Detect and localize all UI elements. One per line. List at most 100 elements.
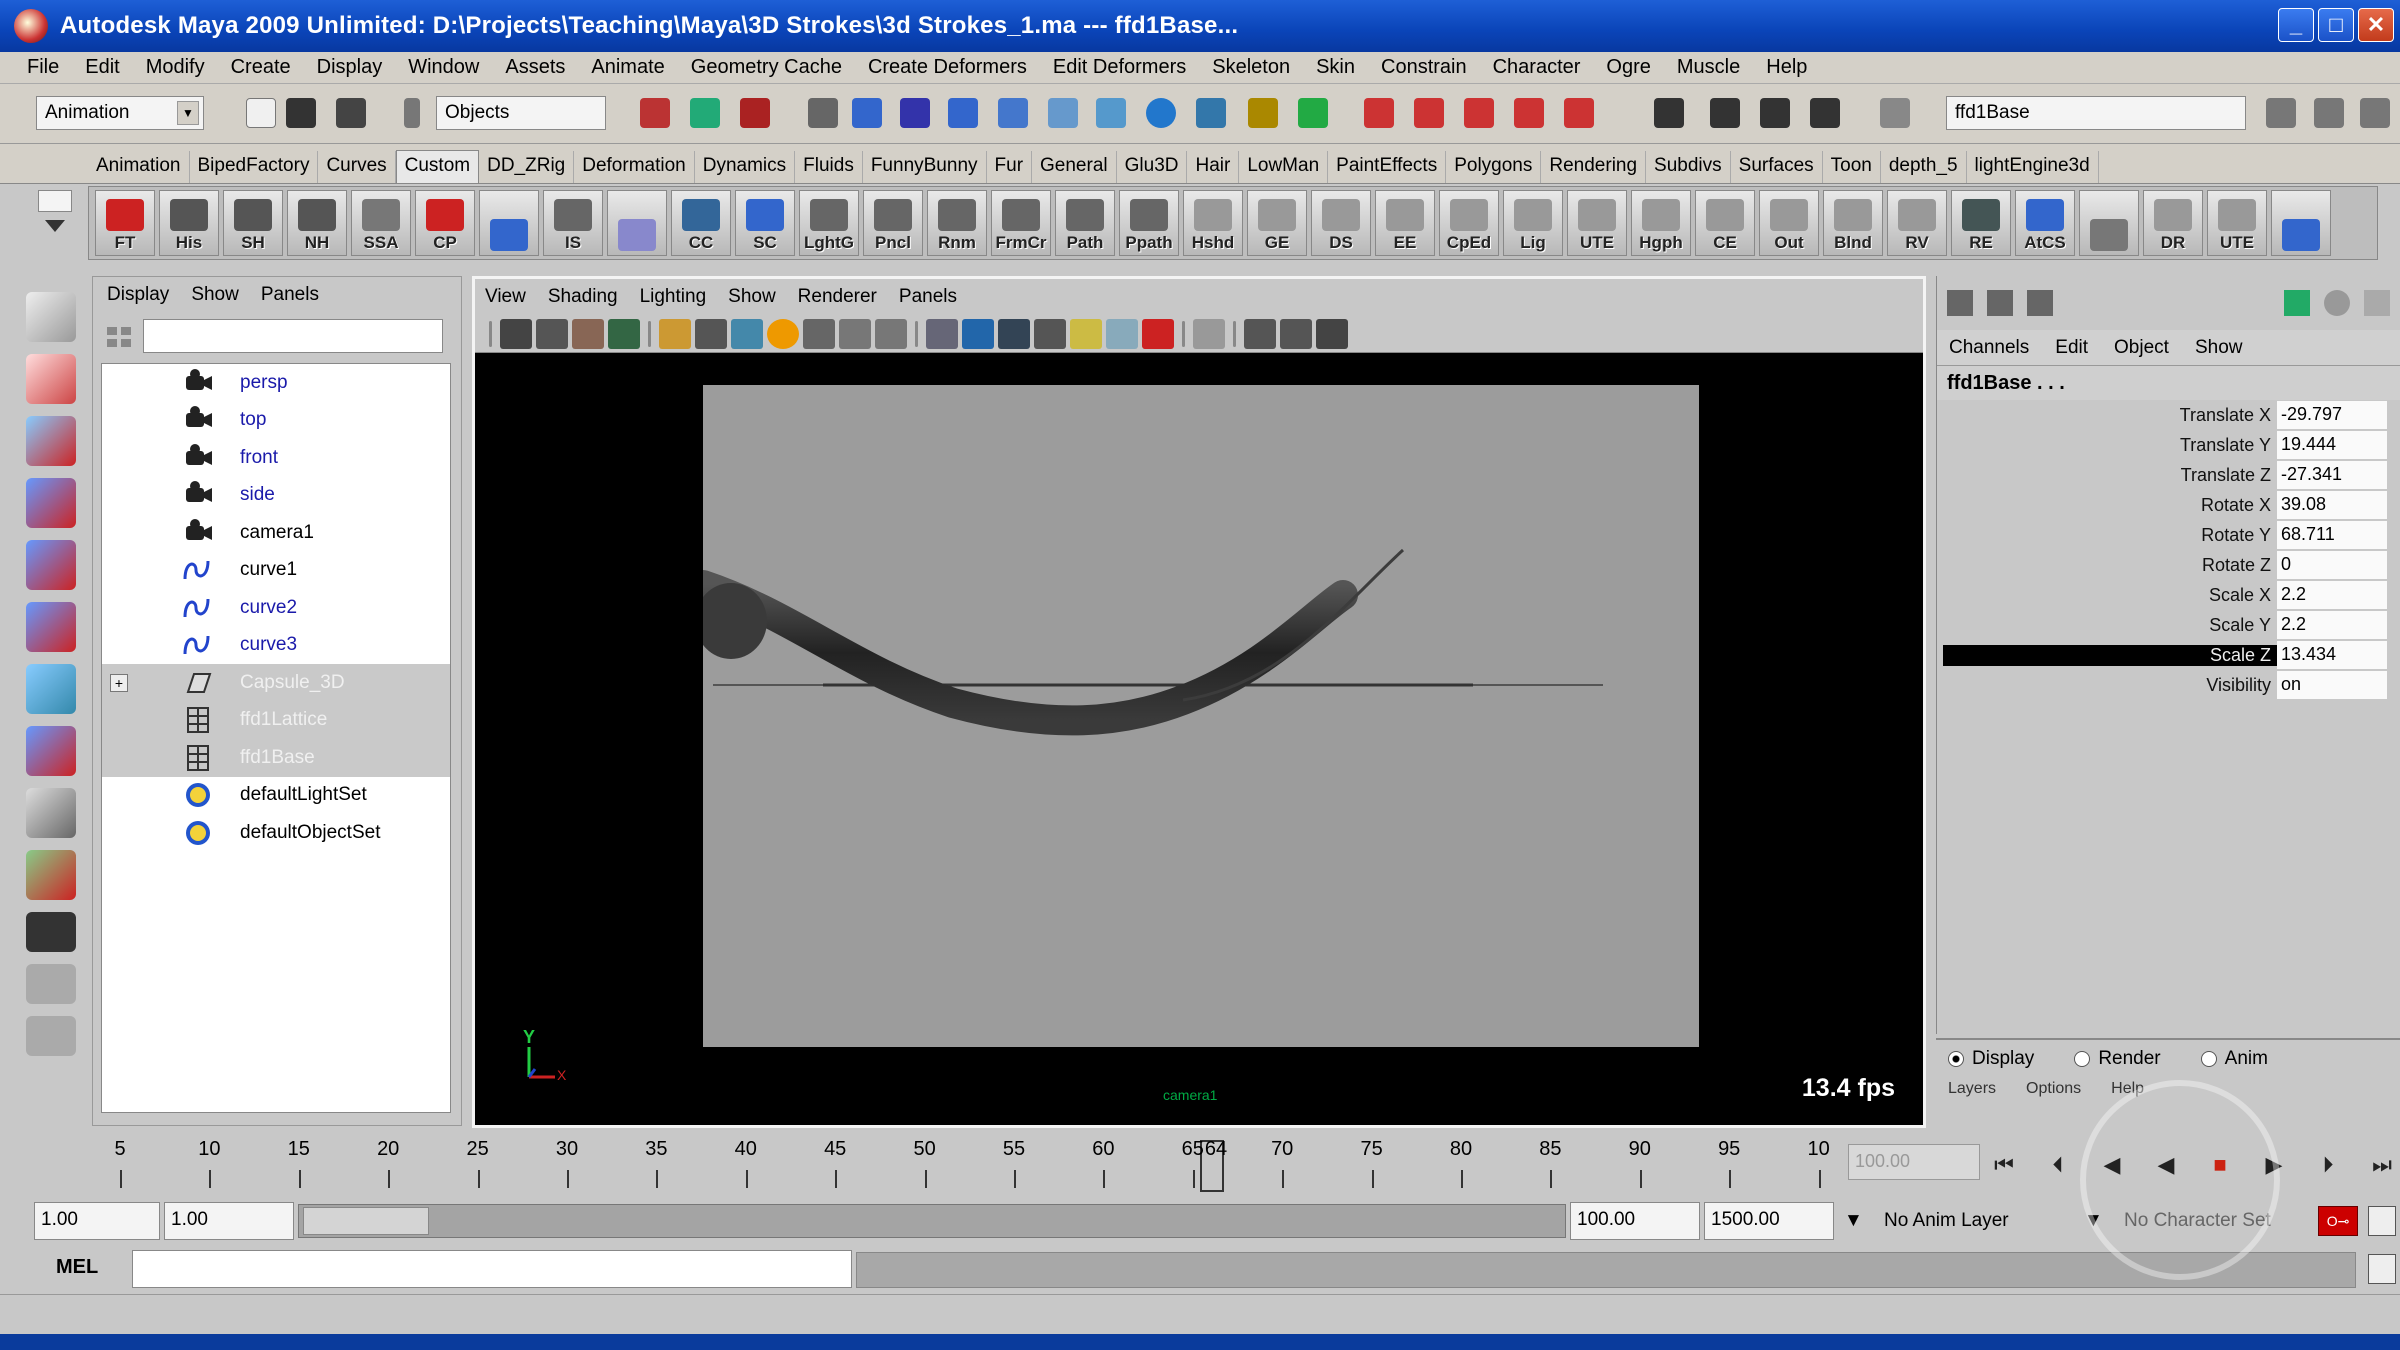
- shelf-button-ute[interactable]: UTE: [2207, 190, 2267, 256]
- shelf-button-sh[interactable]: SH: [223, 190, 283, 256]
- universal-manipulator-icon[interactable]: [26, 664, 76, 714]
- outliner-item-defaultobjectset[interactable]: defaultObjectSet: [102, 814, 450, 852]
- persp-outliner-layout-icon[interactable]: [26, 1016, 76, 1056]
- shadows-icon[interactable]: [1106, 318, 1138, 349]
- menu-assets[interactable]: Assets: [492, 56, 578, 79]
- channels-object-menu[interactable]: Object: [2114, 337, 2169, 359]
- range-slider[interactable]: [298, 1204, 1566, 1238]
- shelf-tab-funnybunny[interactable]: FunnyBunny: [863, 151, 987, 183]
- menu-create[interactable]: Create: [218, 56, 304, 79]
- outliner-menu-display[interactable]: Display: [107, 284, 169, 306]
- viewport-menu-shading[interactable]: Shading: [548, 286, 618, 308]
- channel-rotate-x[interactable]: Rotate X 39.08: [1937, 490, 2400, 520]
- shelf-tab-subdivs[interactable]: Subdivs: [1646, 151, 1731, 183]
- channel-name[interactable]: Translate Y: [1937, 435, 2277, 456]
- paint-select-tool-icon[interactable]: [26, 416, 76, 466]
- xray-components-icon[interactable]: [1316, 318, 1348, 349]
- shelf-button-ppath[interactable]: Ppath: [1119, 190, 1179, 256]
- shelf-tab-hair[interactable]: Hair: [1187, 151, 1240, 183]
- shelf-tab-surfaces[interactable]: Surfaces: [1731, 151, 1823, 183]
- channel-value-field[interactable]: 13.434: [2277, 641, 2387, 669]
- render-settings-icon[interactable]: [1810, 98, 1840, 128]
- outliner-item-side[interactable]: side: [102, 477, 450, 515]
- viewport-menu-lighting[interactable]: Lighting: [640, 286, 707, 308]
- channels-show-menu[interactable]: Show: [2195, 337, 2243, 359]
- channels-menu[interactable]: Channels: [1949, 337, 2029, 359]
- shelf-button-atcs[interactable]: AtCS: [2015, 190, 2075, 256]
- channel-value-field[interactable]: 2.2: [2277, 611, 2387, 639]
- channel-value-field[interactable]: 2.2: [2277, 581, 2387, 609]
- stroke-tube[interactable]: [688, 570, 1358, 736]
- menu-file[interactable]: File: [14, 56, 72, 79]
- shelf-tab-menu-button[interactable]: [38, 190, 72, 212]
- channel-name[interactable]: Scale X: [1937, 585, 2277, 606]
- output-ops-icon[interactable]: [1096, 98, 1126, 128]
- script-language-label[interactable]: MEL: [56, 1256, 98, 1279]
- channel-name[interactable]: Scale Y: [1937, 615, 2277, 636]
- menu-character[interactable]: Character: [1480, 56, 1594, 79]
- render-view-icon[interactable]: [1654, 98, 1684, 128]
- input-ops-icon[interactable]: [1048, 98, 1078, 128]
- channels-edit-menu[interactable]: Edit: [2055, 337, 2088, 359]
- shelf-tab-general[interactable]: General: [1032, 151, 1117, 183]
- playback-end-field[interactable]: 100.00: [1570, 1202, 1700, 1240]
- channel-name[interactable]: Rotate Y: [1937, 525, 2277, 546]
- shelf-button-icon-6[interactable]: [479, 190, 539, 256]
- channel-visibility[interactable]: Visibility on: [1937, 670, 2400, 700]
- shelf-tab-toon[interactable]: Toon: [1823, 151, 1881, 183]
- soft-modification-icon[interactable]: [26, 726, 76, 776]
- menu-help[interactable]: Help: [1753, 56, 1820, 79]
- shelf-tab-polygons[interactable]: Polygons: [1446, 151, 1542, 183]
- menu-animate[interactable]: Animate: [578, 56, 677, 79]
- auto-key-icon[interactable]: O⊸: [2318, 1206, 2358, 1236]
- image-plane-icon[interactable]: [608, 318, 640, 349]
- menu-ogre[interactable]: Ogre: [1593, 56, 1663, 79]
- shelf-tab-dynamics[interactable]: Dynamics: [695, 151, 796, 183]
- shelf-tab-rendering[interactable]: Rendering: [1541, 151, 1647, 183]
- outliner-item-front[interactable]: front: [102, 439, 450, 477]
- camera-attributes-icon[interactable]: [536, 318, 568, 349]
- shelf-tab-custom[interactable]: Custom: [395, 150, 480, 183]
- outliner-item-ffd1lattice[interactable]: ffd1Lattice: [102, 701, 450, 739]
- maya-app-icon[interactable]: [14, 9, 48, 43]
- gate-mask-icon[interactable]: [767, 318, 799, 349]
- render-icon[interactable]: [1298, 98, 1328, 128]
- channel-rotate-z[interactable]: Rotate Z0: [1937, 550, 2400, 580]
- options-menu[interactable]: Options: [2026, 1080, 2081, 1098]
- shelf-button-ute[interactable]: UTE: [1567, 190, 1627, 256]
- outliner-item-capsule_3d[interactable]: + Capsule_3D: [102, 664, 450, 702]
- channel-value-field[interactable]: 39.08: [2277, 491, 2387, 519]
- go-to-end-icon[interactable]: ⏭: [2364, 1148, 2400, 1182]
- anim-layer-dropdown-arrow[interactable]: ▼: [1840, 1204, 1867, 1240]
- shelf-tab-depth-5[interactable]: depth_5: [1881, 151, 1967, 183]
- shelf-button-sc[interactable]: SC: [735, 190, 795, 256]
- snap-curve-icon[interactable]: [852, 98, 882, 128]
- channel-scale-x[interactable]: Scale X 2.2: [1937, 580, 2400, 610]
- snap-point-icon[interactable]: [900, 98, 930, 128]
- channel-value-field[interactable]: on: [2277, 671, 2387, 699]
- outliner-filter-icon[interactable]: [103, 321, 135, 353]
- last-tool-icon[interactable]: [26, 850, 76, 900]
- scale-tool-icon[interactable]: [26, 602, 76, 652]
- shelf-button-lghtg[interactable]: LghtG: [799, 190, 859, 256]
- resolution-gate-icon[interactable]: [731, 318, 763, 349]
- smooth-shade-icon[interactable]: [962, 318, 994, 349]
- lock-icon[interactable]: [1248, 98, 1278, 128]
- channel-translate-x[interactable]: Translate X -29.797: [1937, 400, 2400, 430]
- channel-value-field[interactable]: 19.444: [2277, 431, 2387, 459]
- attribute-editor-toggle-icon[interactable]: [2266, 98, 2296, 128]
- minimize-button[interactable]: _: [2278, 8, 2314, 42]
- animation-end-field[interactable]: 1500.00: [1704, 1202, 1834, 1240]
- menu-skin[interactable]: Skin: [1303, 56, 1368, 79]
- new-scene-icon[interactable]: [246, 98, 276, 128]
- render-layer-radio[interactable]: Render: [2074, 1048, 2161, 1070]
- construction-history-icon[interactable]: [1146, 98, 1176, 128]
- channel-scale-y[interactable]: Scale Y 2.2: [1937, 610, 2400, 640]
- display-layer-radio[interactable]: Display: [1948, 1048, 2034, 1070]
- channel-name[interactable]: Visibility: [1937, 675, 2277, 696]
- bookmark-icon[interactable]: [572, 318, 604, 349]
- viewport-menu-view[interactable]: View: [485, 286, 526, 308]
- quick-select-icon[interactable]: [1880, 98, 1910, 128]
- outliner-item-curve1[interactable]: curve1: [102, 552, 450, 590]
- attribute-toggle-icon[interactable]: [2324, 290, 2350, 316]
